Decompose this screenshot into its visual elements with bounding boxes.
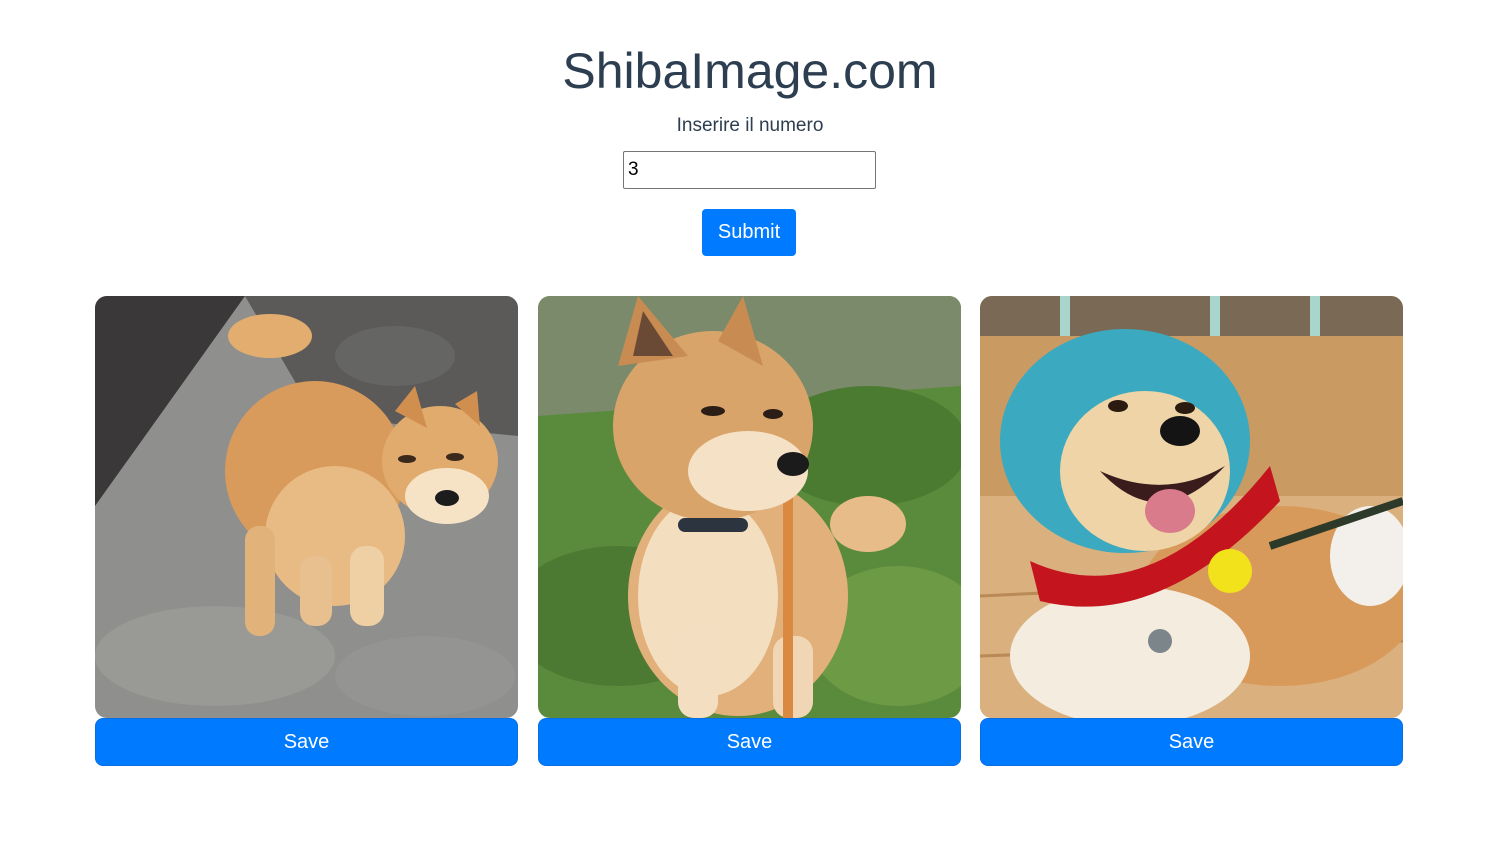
number-label: Inserire il numero [676,115,824,136]
image-card: Save [538,296,961,766]
submit-button[interactable]: Submit [702,209,796,256]
number-input[interactable] [623,151,876,189]
save-button[interactable]: Save [95,718,518,766]
save-button[interactable]: Save [980,718,1403,766]
shiba-photo-pavement [95,296,518,718]
image-card: Save [980,296,1403,766]
shiba-photo-grass [538,296,961,718]
page-title: ShibaImage.com [562,43,938,99]
save-button[interactable]: Save [538,718,961,766]
shiba-photo-blue-hat [980,296,1403,718]
image-card: Save [95,296,518,766]
page: ShibaImage.com Inserire il numero Submit [0,0,1500,858]
